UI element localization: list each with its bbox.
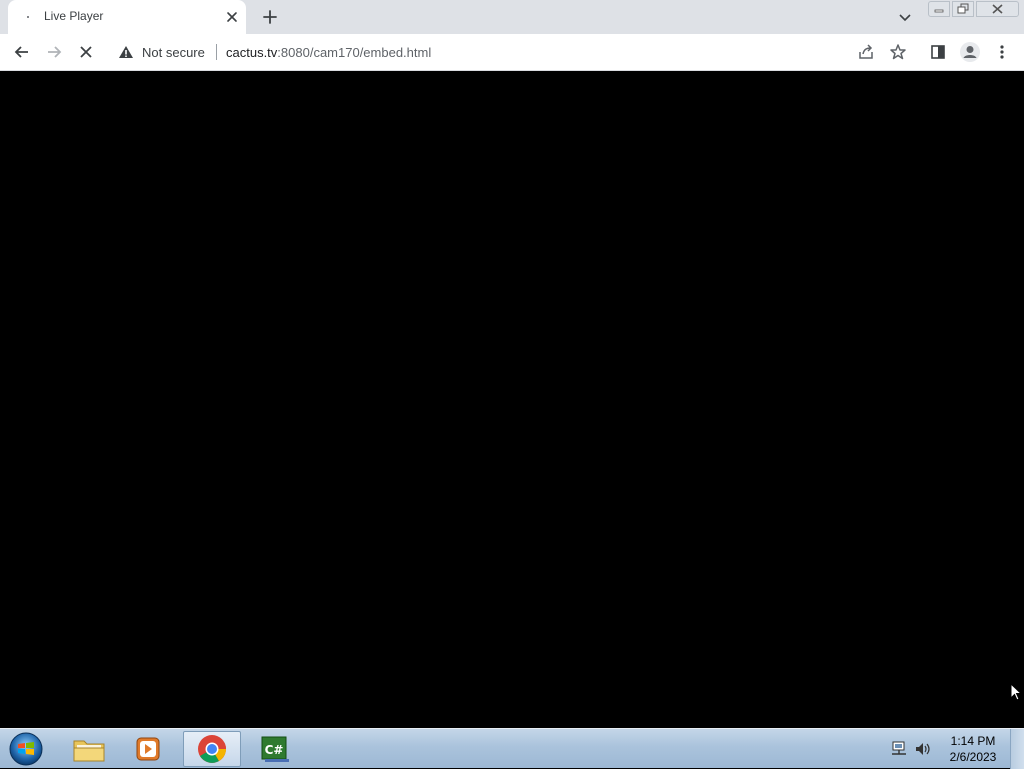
share-icon	[859, 44, 873, 59]
tab-search-chevron-down-icon[interactable]	[896, 8, 914, 26]
star-icon	[890, 44, 906, 60]
minimize-icon	[934, 9, 944, 13]
chrome-menu-button[interactable]	[990, 40, 1014, 64]
volume-icon[interactable]	[914, 740, 932, 758]
csharp-ide-icon: C#	[261, 736, 289, 762]
loading-favicon-icon	[20, 11, 36, 23]
clock-date: 2/6/2023	[949, 750, 997, 764]
side-panel-icon	[931, 45, 945, 59]
share-button[interactable]	[854, 40, 878, 64]
close-x-icon	[992, 4, 1003, 14]
windows-start-icon[interactable]	[6, 731, 46, 767]
url-path: :8080/cam170/embed.html	[277, 45, 432, 60]
taskbar-clock[interactable]: 1:14 PM 2/6/2023	[940, 733, 1006, 765]
browser-tab[interactable]: Live Player	[8, 0, 246, 34]
mouse-cursor-icon	[1010, 683, 1022, 701]
window-close-button[interactable]	[976, 1, 1019, 17]
browser-toolbar: Not secure cactus.tv:8080/cam170/embed.h…	[0, 34, 1024, 71]
forward-button[interactable]	[42, 40, 66, 64]
tab-strip: Live Player	[0, 0, 1024, 34]
tab-title: Live Player	[44, 9, 104, 23]
svg-text:C#: C#	[265, 743, 284, 757]
taskbar-csharp-ide[interactable]: C#	[246, 731, 304, 767]
warning-triangle-icon[interactable]	[118, 45, 134, 59]
video-player-area[interactable]	[0, 71, 1024, 728]
media-player-icon	[136, 737, 160, 761]
profile-button[interactable]	[958, 40, 982, 64]
window-maximize-button[interactable]	[952, 1, 974, 17]
clock-time: 1:14 PM	[950, 734, 996, 748]
address-bar[interactable]: Not secure cactus.tv:8080/cam170/embed.h…	[108, 38, 916, 66]
omnibox-divider	[216, 44, 217, 60]
taskbar-google-chrome[interactable]	[183, 731, 241, 767]
taskbar-file-explorer[interactable]	[60, 731, 118, 767]
taskbar-media-player[interactable]	[120, 731, 178, 767]
side-panel-button[interactable]	[926, 40, 950, 64]
new-tab-plus-icon[interactable]	[258, 5, 282, 29]
windows-taskbar: C# 1:14 PM 2/6/2023	[0, 728, 1024, 769]
close-icon[interactable]	[224, 9, 240, 25]
stop-loading-button[interactable]	[74, 40, 98, 64]
folder-icon	[73, 740, 105, 762]
arrow-left-icon	[14, 46, 28, 58]
url-host: cactus.tv	[226, 45, 278, 60]
window-minimize-button[interactable]	[928, 1, 950, 17]
system-tray	[888, 739, 938, 759]
profile-icon	[960, 42, 980, 62]
bookmark-button[interactable]	[886, 40, 910, 64]
show-desktop-button[interactable]	[1010, 729, 1024, 769]
chrome-icon	[198, 735, 226, 763]
back-button[interactable]	[10, 40, 34, 64]
restore-icon	[957, 3, 969, 14]
x-icon	[80, 46, 92, 58]
url-text[interactable]: cactus.tv:8080/cam170/embed.html	[226, 45, 431, 60]
security-status-label[interactable]: Not secure	[142, 45, 205, 60]
arrow-right-icon	[48, 46, 62, 58]
kebab-menu-icon	[1000, 45, 1004, 59]
network-icon[interactable]	[890, 740, 908, 758]
